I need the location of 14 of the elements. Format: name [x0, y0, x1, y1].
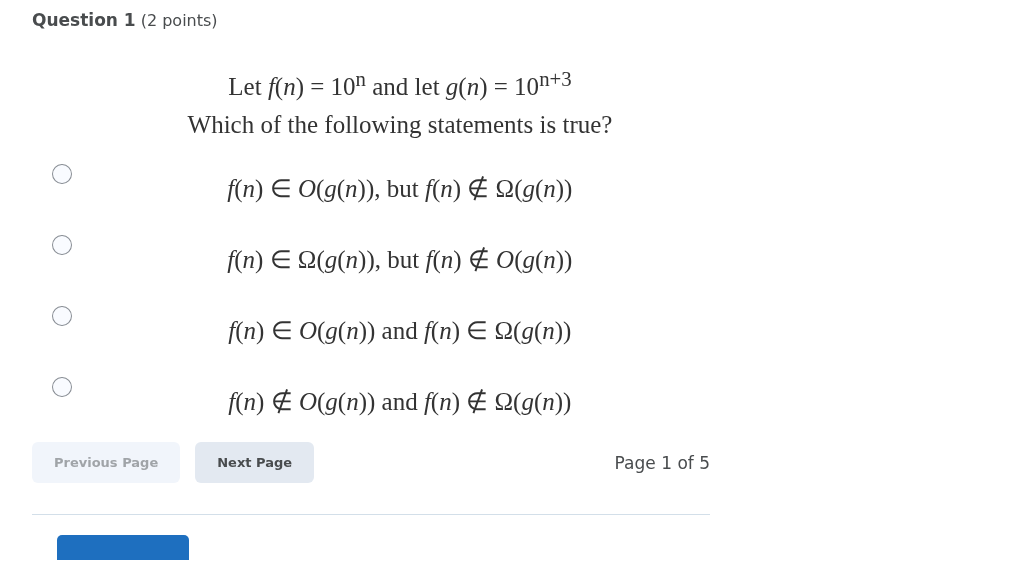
radio-button[interactable] [52, 377, 72, 398]
page-button[interactable]: Next Page [195, 442, 315, 484]
option-text: f(n) ∈ O(g(n)), but f(n) ∉ Ω(g(n)) [226, 174, 574, 204]
question-points: (2 points) [140, 11, 218, 30]
option-text: f(n) ∉ O(g(n)) and f(n) ∉ Ω(g(n)) [227, 387, 573, 417]
question-title: Question 1 [32, 10, 136, 30]
question-text: Let f(n) = 10$^{n}$ and let g(n) = 10$^{n+3}$ [227, 66, 573, 103]
option-text: f(n) ∈ O(g(n)) and f(n) ∈ Ω(g(n)) [227, 316, 573, 346]
radio-button[interactable] [52, 306, 72, 327]
option-text: f(n) ∈ Ω(g(n)), but f(n) ∉ O(g(n)) [226, 245, 574, 275]
radio-button[interactable] [52, 235, 72, 256]
page-status: Page 1 of 5 [614, 452, 710, 473]
question-text: Which of the following statements is true? [186, 110, 614, 141]
radio-button[interactable] [52, 164, 72, 185]
